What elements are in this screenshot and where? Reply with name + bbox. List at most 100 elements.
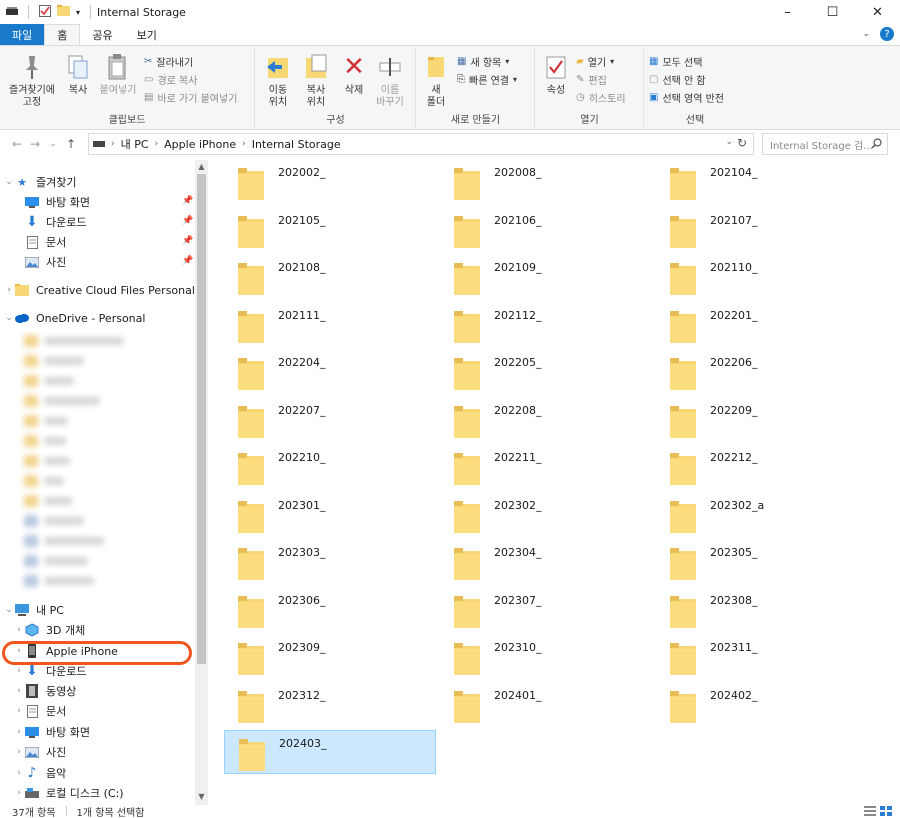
back-arrow-icon[interactable]: ←: [8, 137, 26, 151]
nav-videos[interactable]: › 동영상: [14, 681, 76, 701]
chevron-down-icon[interactable]: ⌄: [862, 29, 870, 39]
chevron-right-icon[interactable]: ›: [14, 706, 24, 716]
folder-tile[interactable]: 202301_: [224, 493, 436, 537]
select-all-button[interactable]: ▦ 모두 선택: [649, 54, 702, 69]
open-button[interactable]: ▰ 열기 ▾: [576, 54, 614, 69]
folder-tile[interactable]: 202002_: [224, 160, 436, 204]
folder-tile[interactable]: 202401_: [440, 683, 652, 727]
move-to-button[interactable]: 이동 위치: [260, 52, 296, 109]
minimize-button[interactable]: –: [765, 0, 810, 24]
folder-tile[interactable]: 202109_: [440, 255, 652, 299]
folder-tile[interactable]: 202403_: [224, 730, 436, 774]
refresh-icon[interactable]: ↻: [737, 136, 751, 150]
folder-tile[interactable]: 202212_: [656, 445, 868, 489]
maximize-button[interactable]: ☐: [810, 0, 855, 24]
chevron-right-icon[interactable]: ›: [14, 768, 24, 778]
folder-tile[interactable]: 202210_: [224, 445, 436, 489]
chevron-right-icon[interactable]: ›: [14, 747, 24, 757]
large-icons-view-icon[interactable]: [880, 806, 892, 818]
nav-music[interactable]: › ♪ 음악: [14, 763, 66, 783]
tab-view[interactable]: 보기: [125, 24, 169, 45]
folder-tile[interactable]: 202206_: [656, 350, 868, 394]
folder-tile[interactable]: 202307_: [440, 588, 652, 632]
folder-tile[interactable]: 202205_: [440, 350, 652, 394]
pin-quick-access-button[interactable]: 즐겨찾기에 고정: [4, 52, 60, 109]
folder-tile[interactable]: 202308_: [656, 588, 868, 632]
forward-arrow-icon[interactable]: →: [26, 137, 44, 151]
easy-access-button[interactable]: ⎘ 빠른 연결 ▾: [457, 72, 517, 87]
customize-dropdown-icon[interactable]: ▾: [76, 8, 80, 17]
tab-file[interactable]: 파일: [0, 24, 45, 45]
folder-tile[interactable]: 202306_: [224, 588, 436, 632]
drive-icon[interactable]: [6, 6, 18, 19]
new-folder-button[interactable]: 새 폴더: [423, 52, 449, 109]
edit-button[interactable]: ✎ 편집: [576, 72, 607, 87]
chevron-right-icon[interactable]: ›: [4, 285, 14, 295]
nav-3d-objects[interactable]: › 3D 개체: [14, 620, 85, 640]
folder-tile[interactable]: 202303_: [224, 540, 436, 584]
copy-path-button[interactable]: ▭ 경로 복사: [144, 72, 197, 87]
folder-tile[interactable]: 202211_: [440, 445, 652, 489]
chevron-right-icon[interactable]: ›: [14, 727, 24, 737]
tab-share[interactable]: 공유: [80, 24, 124, 45]
chevron-expanded-icon[interactable]: ⌄: [4, 605, 14, 615]
nav-pc-documents[interactable]: › 문서: [14, 701, 66, 721]
pin-icon[interactable]: 📌: [182, 236, 193, 246]
pin-icon[interactable]: 📌: [182, 216, 193, 226]
nav-documents[interactable]: 문서: [24, 232, 66, 252]
folder-tile[interactable]: 202110_: [656, 255, 868, 299]
nav-pictures[interactable]: 사진: [24, 252, 66, 272]
nav-quick-access[interactable]: ⌄ ★ 즐겨찾기: [4, 172, 76, 192]
help-icon[interactable]: ?: [880, 27, 894, 41]
scrollbar-thumb[interactable]: [197, 174, 206, 664]
copy-button[interactable]: 복사: [62, 52, 94, 97]
folder-tile[interactable]: 202302_: [440, 493, 652, 537]
folder-tile[interactable]: 202107_: [656, 208, 868, 252]
nav-local-disk[interactable]: › 로컬 디스크 (C:): [14, 783, 123, 803]
up-arrow-icon[interactable]: ↑: [62, 137, 80, 151]
paste-button[interactable]: 붙여넣기: [96, 52, 140, 97]
breadcrumb-internal-storage[interactable]: Internal Storage: [252, 138, 341, 151]
folder-tile[interactable]: 202305_: [656, 540, 868, 584]
nav-desktop[interactable]: 바탕 화면: [24, 192, 90, 212]
cut-button[interactable]: ✂ 잘라내기: [144, 54, 193, 69]
recent-dropdown-icon[interactable]: ⌄: [44, 139, 62, 149]
properties-button[interactable]: 속성: [542, 52, 570, 97]
new-folder-icon[interactable]: [57, 5, 70, 19]
folder-tile[interactable]: 202312_: [224, 683, 436, 727]
delete-button[interactable]: ✕ 삭제: [340, 52, 368, 97]
folder-tile[interactable]: 202105_: [224, 208, 436, 252]
folder-tile[interactable]: 202310_: [440, 635, 652, 679]
history-button[interactable]: ◷ 히스토리: [576, 90, 626, 105]
folder-tile[interactable]: 202201_: [656, 303, 868, 347]
folder-tile[interactable]: 202302_a: [656, 493, 868, 537]
invert-selection-button[interactable]: ▣ 선택 영역 반전: [649, 90, 724, 105]
address-bar[interactable]: › 내 PC › Apple iPhone › Internal Storage…: [88, 133, 754, 155]
folder-tile[interactable]: 202104_: [656, 160, 868, 204]
chevron-right-icon[interactable]: ›: [14, 625, 24, 635]
scroll-down-icon[interactable]: ▼: [195, 792, 208, 801]
folder-tile[interactable]: 202209_: [656, 398, 868, 442]
pin-icon[interactable]: 📌: [182, 196, 193, 206]
nav-creative-cloud[interactable]: › Creative Cloud Files Personal Acco: [4, 280, 208, 300]
copy-to-button[interactable]: 복사 위치: [298, 52, 334, 109]
folder-tile[interactable]: 202204_: [224, 350, 436, 394]
new-item-button[interactable]: ▦ 새 항목 ▾: [457, 54, 509, 69]
search-box[interactable]: Internal Storage 검...: [762, 133, 888, 155]
tab-home[interactable]: 홈: [44, 24, 81, 45]
folder-tile[interactable]: 202008_: [440, 160, 652, 204]
rename-button[interactable]: 이름 바꾸기: [372, 52, 408, 109]
nav-downloads[interactable]: ⬇ 다운로드: [24, 212, 86, 232]
folder-tile[interactable]: 202108_: [224, 255, 436, 299]
folder-tile[interactable]: 202111_: [224, 303, 436, 347]
pin-icon[interactable]: 📌: [182, 256, 193, 266]
breadcrumb-apple-iphone[interactable]: Apple iPhone: [164, 138, 236, 151]
close-button[interactable]: ✕: [855, 0, 900, 24]
properties-check-icon[interactable]: [39, 4, 51, 20]
chevron-expanded-icon[interactable]: ⌄: [4, 177, 14, 187]
nav-this-pc[interactable]: ⌄ 내 PC: [4, 600, 64, 620]
paste-shortcut-button[interactable]: ▤ 바로 가기 붙여넣기: [144, 90, 237, 105]
chevron-right-icon[interactable]: ›: [14, 788, 24, 798]
folder-tile[interactable]: 202207_: [224, 398, 436, 442]
folder-tile[interactable]: 202311_: [656, 635, 868, 679]
